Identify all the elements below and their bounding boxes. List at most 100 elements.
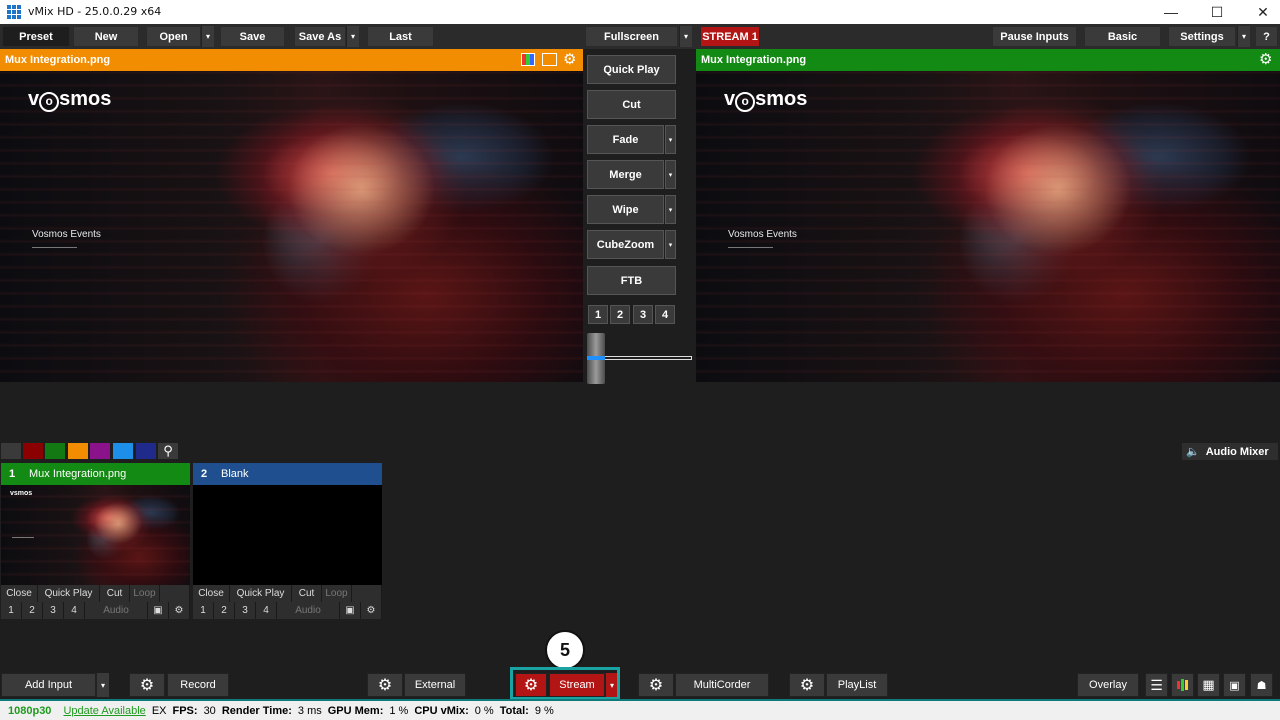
color-key-icon[interactable]: [521, 53, 535, 66]
search-icon[interactable]: ⚲: [158, 443, 178, 459]
transition-1-button[interactable]: 1: [588, 305, 608, 324]
overlay-4-button[interactable]: 4: [256, 602, 277, 619]
output-gear-icon[interactable]: ⚙: [1259, 50, 1272, 68]
ftb-button[interactable]: FTB: [587, 266, 676, 295]
open-button[interactable]: Open: [146, 26, 201, 47]
playlist-settings-gear-icon[interactable]: ⚙: [789, 673, 825, 697]
input-gear-icon[interactable]: ⚙: [361, 602, 382, 619]
external-button[interactable]: External: [404, 673, 466, 697]
cubezoom-dropdown-icon[interactable]: ▾: [665, 230, 676, 259]
swatch-orange[interactable]: [68, 443, 88, 459]
overlay-3-button[interactable]: 3: [235, 602, 256, 619]
fade-button[interactable]: Fade: [587, 125, 664, 154]
swatch-blue[interactable]: [113, 443, 133, 459]
cut-input-button[interactable]: Cut: [100, 585, 130, 602]
overlay-1-button[interactable]: 1: [1, 602, 22, 619]
fade-dropdown-icon[interactable]: ▾: [665, 125, 676, 154]
transition-4-button[interactable]: 4: [655, 305, 675, 324]
multicorder-settings-gear-icon[interactable]: ⚙: [638, 673, 674, 697]
save-button[interactable]: Save: [220, 26, 285, 47]
loop-button[interactable]: Loop: [322, 585, 352, 602]
audio-button[interactable]: Audio: [277, 602, 340, 619]
safe-area-icon[interactable]: [542, 53, 557, 66]
overlay-1-button[interactable]: 1: [193, 602, 214, 619]
input-card[interactable]: 2 Blank Close Quick Play Cut Loop 1 2 3 …: [193, 463, 382, 619]
monitor-icon[interactable]: ▣: [340, 602, 361, 619]
new-button[interactable]: New: [73, 26, 139, 47]
close-input-button[interactable]: Close: [1, 585, 38, 602]
wipe-dropdown-icon[interactable]: ▾: [665, 195, 676, 224]
transition-3-button[interactable]: 3: [633, 305, 653, 324]
last-button[interactable]: Last: [367, 26, 434, 47]
t-bar-indicator: [587, 356, 605, 360]
swatch-navy[interactable]: [136, 443, 156, 459]
maximize-icon[interactable]: ☐: [1194, 0, 1240, 24]
record-button[interactable]: Record: [167, 673, 229, 697]
fullscreen-dropdown-icon[interactable]: ▾: [679, 26, 692, 47]
speaker-icon: 🔈: [1186, 446, 1200, 458]
pause-inputs-button[interactable]: Pause Inputs: [992, 26, 1077, 47]
overlay-2-button[interactable]: 2: [22, 602, 43, 619]
cut-input-button[interactable]: Cut: [292, 585, 322, 602]
add-input-button[interactable]: Add Input: [1, 673, 96, 697]
close-icon[interactable]: ✕: [1240, 0, 1280, 24]
swatch-purple[interactable]: [90, 443, 110, 459]
fullscreen-button[interactable]: Fullscreen: [585, 26, 678, 47]
swatch-all[interactable]: [1, 443, 21, 459]
merge-dropdown-icon[interactable]: ▾: [665, 160, 676, 189]
minimize-icon[interactable]: —: [1148, 0, 1194, 24]
save-as-button[interactable]: Save As: [294, 26, 346, 47]
overlay-3-button[interactable]: 3: [43, 602, 64, 619]
multicorder-button[interactable]: MultiCorder: [675, 673, 769, 697]
close-input-button[interactable]: Close: [193, 585, 230, 602]
cut-button[interactable]: Cut: [587, 90, 676, 119]
wipe-button[interactable]: Wipe: [587, 195, 664, 224]
external-settings-gear-icon[interactable]: ⚙: [367, 673, 403, 697]
input-card[interactable]: 1 Mux Integration.png vsmos Close Quick …: [1, 463, 190, 619]
input-gear-icon[interactable]: ⚙: [169, 602, 190, 619]
add-input-dropdown-icon[interactable]: ▾: [96, 673, 109, 697]
input-thumbnail[interactable]: [193, 485, 382, 585]
help-button[interactable]: ?: [1255, 26, 1278, 47]
input-header[interactable]: 1 Mux Integration.png: [1, 463, 190, 485]
settings-button[interactable]: Settings: [1168, 26, 1236, 47]
audio-button[interactable]: Audio: [85, 602, 148, 619]
swatch-red[interactable]: [23, 443, 43, 459]
merge-button[interactable]: Merge: [587, 160, 664, 189]
snapshot-icon[interactable]: ▣: [1223, 673, 1246, 697]
save-as-dropdown-icon[interactable]: ▾: [346, 26, 359, 47]
lock-icon[interactable]: ☗: [1250, 673, 1273, 697]
resolution-label: 1080p30: [8, 704, 52, 717]
events-underline: [728, 247, 773, 248]
cubezoom-button[interactable]: CubeZoom: [587, 230, 664, 259]
transition-2-button[interactable]: 2: [610, 305, 630, 324]
list-view-icon[interactable]: ☰: [1145, 673, 1168, 697]
preview-gear-icon[interactable]: ⚙: [563, 50, 576, 68]
basic-button[interactable]: Basic: [1084, 26, 1161, 47]
t-bar-track[interactable]: [603, 356, 692, 360]
monitor-icon[interactable]: ▣: [148, 602, 169, 619]
overlay-4-button[interactable]: 4: [64, 602, 85, 619]
record-settings-gear-icon[interactable]: ⚙: [129, 673, 165, 697]
input-thumbnail[interactable]: vsmos: [1, 485, 190, 585]
overlay-button[interactable]: Overlay: [1077, 673, 1139, 697]
update-available-link[interactable]: Update Available: [63, 705, 145, 717]
open-dropdown-icon[interactable]: ▾: [201, 26, 214, 47]
overlay-2-button[interactable]: 2: [214, 602, 235, 619]
vosmos-events-label: Vosmos Events: [32, 229, 101, 240]
loop-button[interactable]: Loop: [130, 585, 160, 602]
quick-play-button[interactable]: Quick Play: [587, 55, 676, 84]
audio-mixer-label: Audio Mixer: [1205, 445, 1269, 458]
settings-dropdown-icon[interactable]: ▾: [1237, 26, 1250, 47]
preset-button[interactable]: Preset: [2, 26, 70, 47]
audio-meter-icon[interactable]: [1171, 673, 1194, 697]
input-header[interactable]: 2 Blank: [193, 463, 382, 485]
quick-play-input-button[interactable]: Quick Play: [38, 585, 100, 602]
audio-mixer-button[interactable]: 🔈 Audio Mixer: [1182, 443, 1278, 460]
quick-play-input-button[interactable]: Quick Play: [230, 585, 292, 602]
grid-view-icon[interactable]: ▦: [1197, 673, 1220, 697]
swatch-green[interactable]: [45, 443, 65, 459]
gpu-mem-value: 1 %: [389, 704, 409, 717]
input-number: 1: [8, 468, 16, 480]
playlist-button[interactable]: PlayList: [826, 673, 888, 697]
